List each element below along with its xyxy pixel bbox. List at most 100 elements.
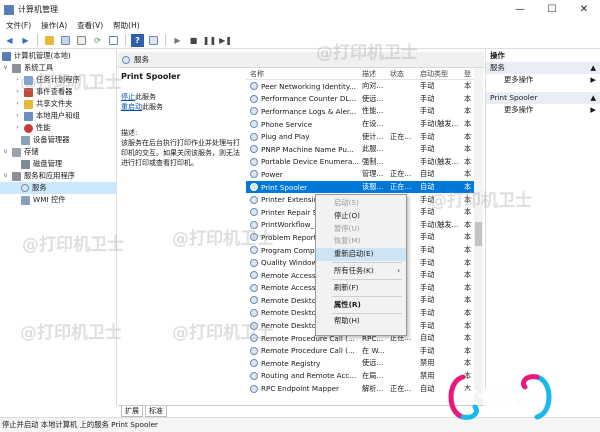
- table-row[interactable]: Routing and Remote Acc... 在局... 禁用本: [246, 370, 474, 383]
- expand-icon[interactable]: ›: [14, 110, 21, 122]
- expand-icon[interactable]: ›: [14, 86, 21, 98]
- collapse-icon[interactable]: v: [2, 146, 9, 158]
- forward-icon[interactable]: ▶: [19, 34, 32, 47]
- table-row[interactable]: Performance Counter DL... 使远... 手动 本: [246, 93, 474, 106]
- tree-wmi[interactable]: WMI 控件: [0, 194, 116, 206]
- table-row[interactable]: Remote Registry 使远... 禁用本: [246, 357, 474, 370]
- folder-up-icon[interactable]: [43, 34, 56, 47]
- scrollbar-thumb[interactable]: [475, 222, 482, 246]
- table-row[interactable]: Remote Procedure Call (... 在 W... 手动 本: [246, 344, 474, 357]
- column-startup-type[interactable]: 启动类型: [418, 69, 464, 79]
- tree-root[interactable]: 计算机管理(本地): [0, 50, 116, 62]
- collapse-icon[interactable]: v: [2, 170, 9, 182]
- tree-services-apps[interactable]: v 服务和应用程序: [0, 170, 116, 182]
- show-tree-icon[interactable]: [59, 34, 72, 47]
- table-row[interactable]: Performance Logs & Aler... 性能... 手动 本: [246, 105, 474, 118]
- status-text: 停止并启动 本地计算机 上的服务 Print Spooler: [2, 420, 158, 429]
- refresh-icon[interactable]: ⟳: [91, 34, 104, 47]
- gear-icon: [250, 132, 258, 141]
- context-all-tasks[interactable]: 所有任务(K) ›: [316, 265, 406, 278]
- menu-action[interactable]: 操作(A): [41, 20, 67, 31]
- tree-shared-folders[interactable]: › 共享文件夹: [0, 98, 116, 110]
- menu-view[interactable]: 查看(V): [77, 20, 103, 31]
- event-log-icon: [24, 87, 33, 97]
- stop-service-link[interactable]: 停止: [121, 93, 135, 101]
- service-startup-type: 手动(触发...: [420, 119, 459, 129]
- start-service-icon[interactable]: ▶: [171, 34, 184, 47]
- actions-title: 操作: [486, 50, 600, 62]
- table-row[interactable]: Plug and Play 使计... 正在... 手动 本: [246, 130, 474, 143]
- service-logon: 本: [464, 156, 472, 166]
- service-logon: 本: [464, 245, 472, 255]
- column-status[interactable]: 状态: [388, 69, 418, 79]
- table-row[interactable]: PNRP Machine Name Pu... 此服... 手动 本: [246, 143, 474, 156]
- gear-icon: [250, 308, 258, 317]
- minimize-button[interactable]: —: [504, 0, 536, 19]
- context-help[interactable]: 帮助(H): [316, 315, 406, 328]
- more-actions-services[interactable]: 更多操作 ▶: [486, 74, 600, 86]
- gear-icon: [250, 170, 258, 179]
- close-button[interactable]: ✕: [568, 0, 600, 19]
- tree-disk-management[interactable]: 磁盘管理: [0, 158, 116, 170]
- service-name: PNRP Machine Name Pu...: [261, 144, 354, 154]
- more-actions-print-spooler[interactable]: 更多操作 ▶: [486, 104, 600, 116]
- export-icon[interactable]: [107, 34, 120, 47]
- restart-service-icon[interactable]: ▶❚: [219, 34, 232, 47]
- table-row[interactable]: Peer Networking Identity... 向对... 手动 本: [246, 80, 474, 93]
- tab-extended[interactable]: 扩展: [121, 406, 143, 417]
- context-stop[interactable]: 停止(O): [316, 210, 406, 223]
- context-refresh[interactable]: 刷新(F): [316, 282, 406, 295]
- actions-section-print-spooler[interactable]: Print Spooler ▲: [486, 92, 600, 104]
- toolbar-separator: [165, 34, 166, 46]
- column-logon[interactable]: 登: [464, 69, 474, 79]
- service-name-cell: Performance Counter DL...: [246, 94, 360, 103]
- service-startup-type: 手动: [420, 106, 435, 116]
- gear-icon: [250, 359, 258, 368]
- menu-help[interactable]: 帮助(H): [113, 20, 140, 31]
- column-name[interactable]: 名称: [246, 69, 360, 79]
- properties-icon[interactable]: [75, 34, 88, 47]
- back-icon[interactable]: ◀: [3, 34, 16, 47]
- gear-icon: [21, 184, 29, 192]
- collapse-icon[interactable]: v: [2, 62, 9, 74]
- menu-separator: [332, 296, 402, 298]
- gear-icon: [250, 233, 258, 242]
- table-row[interactable]: Power 管理... 正在... 自动 本: [246, 168, 474, 181]
- context-restart[interactable]: 重新启动(E): [316, 248, 406, 261]
- expand-icon[interactable]: ›: [14, 122, 21, 134]
- service-name-cell: Remote Registry: [246, 359, 360, 368]
- stop-service-icon[interactable]: ■: [187, 34, 200, 47]
- expand-icon[interactable]: ›: [14, 98, 21, 110]
- tab-standard[interactable]: 标准: [145, 406, 167, 417]
- table-row[interactable]: RPC Endpoint Mapper 解析... 正在... 自动本: [246, 382, 474, 395]
- tree-task-scheduler[interactable]: › 任务计划程序: [0, 74, 116, 86]
- tree-device-manager[interactable]: 设备管理器: [0, 134, 116, 146]
- actions-section-services[interactable]: 服务 ▲: [486, 62, 600, 74]
- tree-storage[interactable]: v 存储: [0, 146, 116, 158]
- gear-icon: [250, 120, 258, 129]
- tree-system-tools[interactable]: v 系统工具: [0, 62, 116, 74]
- view-icon[interactable]: [147, 34, 160, 47]
- service-description: 强制...: [362, 156, 384, 166]
- context-pause[interactable]: 暂停(U): [316, 223, 406, 236]
- context-properties[interactable]: 属性(R): [316, 299, 406, 312]
- context-resume[interactable]: 恢复(M): [316, 235, 406, 248]
- tree-performance[interactable]: › 性能: [0, 122, 116, 134]
- expand-icon[interactable]: ›: [14, 74, 21, 86]
- column-description[interactable]: 描述: [360, 69, 388, 79]
- service-name-cell: Print Spooler: [246, 183, 360, 192]
- tree-services[interactable]: 服务: [0, 182, 116, 194]
- table-row[interactable]: Print Spooler 该服... 正在... 自动 本: [246, 180, 474, 194]
- help-icon[interactable]: ?: [131, 33, 144, 47]
- restart-service-link[interactable]: 重启动: [121, 103, 142, 111]
- table-row[interactable]: Phone Service 在设... 手动(触发... 本: [246, 118, 474, 131]
- tree-local-users[interactable]: › 本地用户和组: [0, 110, 116, 122]
- menu-file[interactable]: 文件(F): [6, 20, 31, 31]
- menu-separator: [332, 312, 402, 314]
- tree-event-viewer[interactable]: › 事件查看器: [0, 86, 116, 98]
- table-row[interactable]: Portable Device Enumera... 强制... 手动(触发... 本: [246, 156, 474, 169]
- pause-service-icon[interactable]: ❚❚: [203, 34, 216, 47]
- maximize-button[interactable]: ☐: [536, 0, 568, 19]
- brand-logo-graphic: 艾卡游戏网: [448, 374, 552, 420]
- context-start[interactable]: 启动(S): [316, 197, 406, 210]
